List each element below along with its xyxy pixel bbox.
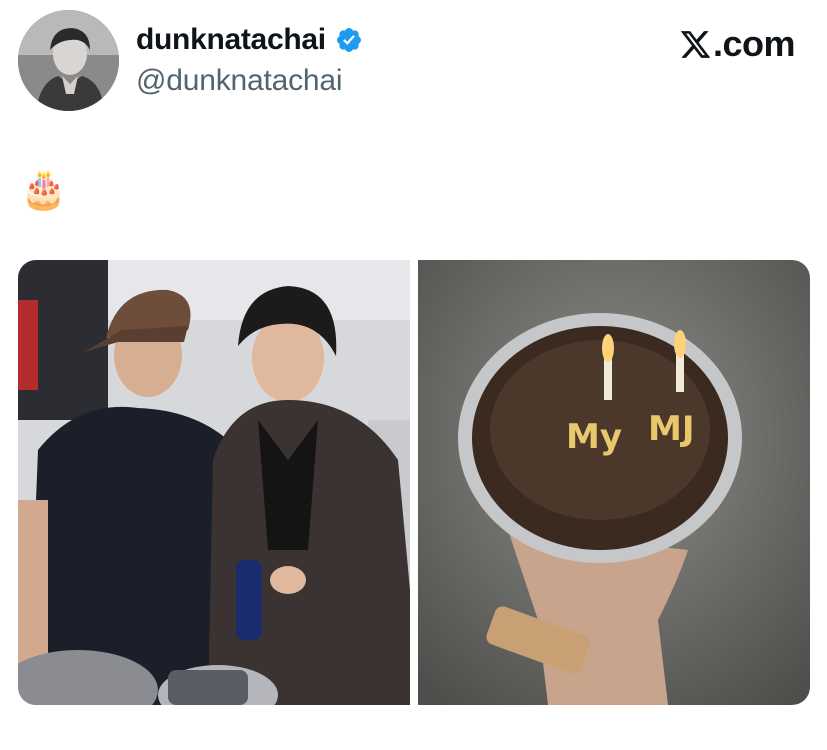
- avatar[interactable]: [18, 10, 119, 111]
- brand-label: .com: [712, 23, 796, 64]
- author-display-name[interactable]: dunknatachai: [136, 22, 363, 58]
- x-logo-icon: [680, 30, 711, 58]
- svg-text:MJ: MJ: [648, 409, 694, 449]
- tweet-text: 🎂: [20, 169, 68, 211]
- photo-cake-in-hand-icon: My MJ: [418, 260, 810, 705]
- media-grid: My MJ: [18, 260, 810, 705]
- media-photo-1[interactable]: [18, 260, 410, 705]
- verified-badge-icon: [335, 26, 363, 54]
- photo-two-men-laughing-icon: [18, 260, 410, 705]
- media-photo-2[interactable]: My MJ: [418, 260, 810, 705]
- display-name-text: dunknatachai: [136, 23, 326, 56]
- profile-photo-icon: [18, 10, 119, 111]
- svg-text:My: My: [566, 417, 622, 457]
- x-brand[interactable]: .com: [679, 23, 796, 64]
- author-handle[interactable]: @dunknatachai: [136, 63, 343, 99]
